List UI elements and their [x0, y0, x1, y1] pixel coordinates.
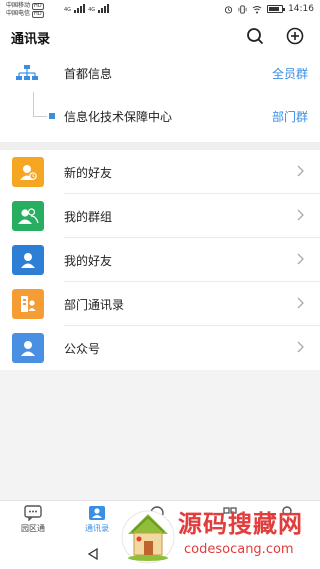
nav-tab-contacts[interactable]: 通讯录 [72, 505, 122, 534]
department-group-link[interactable]: 部门群 [272, 108, 308, 125]
new-friend-icon [20, 165, 37, 180]
list-item-label: 我的群组 [64, 210, 113, 224]
chevron-right-icon [297, 165, 304, 177]
icon-container [12, 157, 44, 187]
nav-tab-3[interactable] [132, 505, 182, 523]
icon-container [12, 201, 44, 231]
bottom-navigation: 园区通 通讯录 [0, 500, 320, 541]
organization-section: 首都信息 全员群 信息化技术保障中心 部门群 [0, 52, 320, 142]
icon-container [12, 289, 44, 319]
list-item-label: 我的好友 [64, 254, 113, 268]
nav-tab-4[interactable] [205, 505, 255, 523]
org-row-sub[interactable]: 信息化技术保障中心 部门群 [0, 101, 320, 131]
list-item-department-directory[interactable]: 部门通讯录 [0, 282, 320, 326]
nav-tab-5[interactable] [262, 505, 312, 523]
signal-icon [74, 3, 86, 13]
chevron-right-icon [297, 209, 304, 221]
system-navigation-bar [0, 541, 320, 569]
apps-icon [150, 506, 164, 520]
org-row-top[interactable]: 首都信息 全员群 [0, 58, 320, 88]
page-title: 通讯录 [11, 32, 51, 47]
list-item-new-friends[interactable]: 新的好友 [0, 150, 320, 194]
carrier-2: 中国电信 [6, 10, 31, 17]
alarm-icon [224, 5, 233, 14]
status-right: 14:16 [224, 4, 314, 14]
discover-icon [223, 507, 237, 514]
back-icon[interactable] [86, 547, 100, 561]
wifi-icon [252, 5, 262, 13]
network-type-1: 4G [64, 7, 72, 13]
chevron-right-icon [297, 297, 304, 309]
list-item-my-friends[interactable]: 我的好友 [0, 238, 320, 282]
carrier-1: 中国移动 [6, 2, 31, 9]
list-item-label: 公众号 [64, 342, 101, 356]
list-item-label: 部门通讯录 [64, 298, 125, 312]
signal-icon [98, 3, 110, 13]
group-icon [18, 208, 39, 224]
profile-icon [282, 506, 292, 516]
contacts-icon [89, 506, 105, 520]
nav-tab-label: 园区通 [21, 524, 45, 533]
hd-badge: HD [32, 2, 44, 10]
list-item-my-groups[interactable]: 我的群组 [0, 194, 320, 238]
battery-icon [267, 5, 286, 13]
app-header: 通讯录 [0, 20, 320, 52]
signal-indicators: 4G 4G [64, 3, 110, 13]
section-divider [0, 142, 320, 150]
contacts-menu-list: 新的好友 我的群组 我的好友 部门通讯录 公众号 [0, 150, 320, 370]
network-type-2: 4G [88, 7, 96, 13]
department-icon [21, 296, 36, 312]
status-bar: 中国移动 HD 中国电信 HD 4G 4G 14:16 [0, 0, 320, 20]
public-account-icon [21, 341, 35, 356]
add-circle-icon [286, 27, 304, 45]
all-staff-group-link[interactable]: 全员群 [272, 65, 308, 82]
nav-tab-park[interactable]: 园区通 [8, 505, 58, 534]
clock: 14:16 [288, 4, 314, 14]
department-name: 信息化技术保障中心 [64, 110, 173, 124]
chat-bubble-icon [24, 505, 42, 521]
add-button[interactable] [285, 26, 305, 46]
search-button[interactable] [245, 26, 265, 46]
org-chart-icon [16, 65, 38, 80]
hd-badge: HD [32, 10, 44, 18]
chevron-right-icon [297, 341, 304, 353]
nav-tab-label: 通讯录 [85, 524, 109, 533]
list-item-public-accounts[interactable]: 公众号 [0, 326, 320, 370]
icon-container [12, 245, 44, 275]
org-name: 首都信息 [64, 67, 113, 81]
vibrate-icon [238, 4, 247, 14]
friend-icon [21, 253, 35, 268]
carrier-info: 中国移动 HD 中国电信 HD [6, 2, 44, 18]
chevron-right-icon [297, 253, 304, 265]
search-icon [247, 28, 263, 44]
list-item-label: 新的好友 [64, 166, 113, 180]
icon-container [12, 333, 44, 363]
